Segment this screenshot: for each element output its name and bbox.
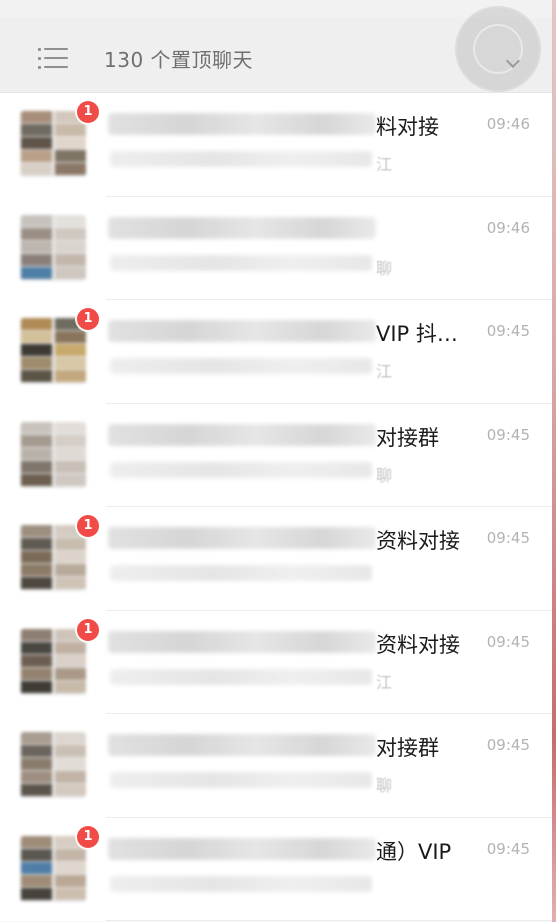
chat-row[interactable]: 1 VIP 抖… 江 09:45 bbox=[0, 300, 552, 404]
group-avatar bbox=[20, 628, 86, 695]
pinned-chat-list: 1 料对接江 09:46 聊 09:46 1 VIP 抖… 江 09:45 对接群聊 09:45 1 资… bbox=[0, 93, 552, 921]
redacted-message-preview bbox=[110, 461, 372, 478]
group-avatar bbox=[20, 732, 86, 798]
message-preview: 江 bbox=[376, 155, 393, 174]
chat-name: 对接群 bbox=[376, 736, 439, 760]
redacted-message-preview bbox=[110, 772, 372, 788]
unread-badge: 1 bbox=[77, 825, 99, 848]
redacted-chat-name bbox=[108, 734, 376, 756]
chat-name: 对接群 bbox=[376, 425, 439, 450]
message-preview: 聊 bbox=[376, 776, 393, 795]
background-edge bbox=[552, 0, 556, 922]
unread-badge: 1 bbox=[77, 308, 99, 330]
chat-row[interactable]: 1 资料对接江 09:45 bbox=[0, 610, 552, 714]
collapse-button[interactable] bbox=[455, 6, 541, 92]
message-preview: 江 bbox=[376, 672, 393, 692]
redacted-message-preview bbox=[110, 358, 372, 374]
redacted-chat-name bbox=[108, 837, 376, 860]
redacted-chat-name bbox=[108, 527, 376, 549]
chat-name: 资料对接 bbox=[376, 529, 460, 553]
redacted-message-preview bbox=[110, 875, 372, 892]
message-time: 09:46 bbox=[486, 218, 530, 237]
message-time: 09:45 bbox=[486, 425, 530, 444]
row-divider bbox=[106, 920, 552, 921]
message-time: 09:45 bbox=[486, 839, 530, 858]
redacted-chat-name bbox=[108, 423, 376, 446]
message-preview: 江 bbox=[376, 362, 393, 381]
group-avatar bbox=[20, 318, 86, 384]
redacted-message-preview bbox=[110, 668, 372, 685]
message-time: 09:45 bbox=[486, 529, 530, 547]
message-preview: 聊 bbox=[376, 258, 393, 278]
chat-row[interactable]: 1 通）VIP 09:45 bbox=[0, 817, 552, 921]
chat-row[interactable]: 对接群聊 09:45 bbox=[0, 403, 552, 507]
chat-name: 料对接 bbox=[376, 115, 439, 139]
message-time: 09:45 bbox=[486, 632, 530, 651]
page-title: 130 个置顶聊天 bbox=[104, 48, 254, 72]
unread-badge: 1 bbox=[77, 618, 99, 641]
message-time: 09:45 bbox=[486, 322, 530, 340]
chat-name: VIP 抖… bbox=[376, 322, 458, 346]
message-preview: 聊 bbox=[376, 465, 393, 485]
group-avatar bbox=[20, 835, 86, 902]
redacted-message-preview bbox=[110, 254, 372, 271]
chat-name: 资料对接 bbox=[376, 632, 460, 657]
unread-badge: 1 bbox=[77, 101, 99, 123]
unread-badge: 1 bbox=[77, 515, 99, 537]
redacted-chat-name bbox=[108, 216, 376, 239]
chat-name: 通）VIP bbox=[376, 839, 452, 864]
list-icon[interactable] bbox=[36, 46, 70, 72]
redacted-message-preview bbox=[110, 151, 372, 167]
group-avatar bbox=[20, 111, 86, 177]
redacted-chat-name bbox=[108, 320, 376, 342]
redacted-chat-name bbox=[108, 630, 376, 653]
message-time: 09:45 bbox=[486, 736, 530, 754]
chat-row[interactable]: 1 料对接江 09:46 bbox=[0, 93, 552, 197]
pinned-header: 130 个置顶聊天 bbox=[0, 0, 552, 93]
chat-row[interactable]: 对接群聊 09:45 bbox=[0, 714, 552, 818]
group-avatar bbox=[20, 214, 86, 281]
floating-touch-icon bbox=[473, 24, 523, 74]
message-time: 09:46 bbox=[486, 115, 530, 133]
redacted-message-preview bbox=[110, 565, 372, 581]
chat-row[interactable]: 聊 09:46 bbox=[0, 196, 552, 300]
chat-screen: 130 个置顶聊天 1 料对接江 09:46 聊 09:46 1 VIP 抖… 江 09:45 对… bbox=[0, 0, 556, 922]
chat-row[interactable]: 1 资料对接 09:45 bbox=[0, 507, 552, 611]
group-avatar bbox=[20, 525, 86, 591]
group-avatar bbox=[20, 421, 86, 488]
redacted-chat-name bbox=[108, 113, 376, 135]
